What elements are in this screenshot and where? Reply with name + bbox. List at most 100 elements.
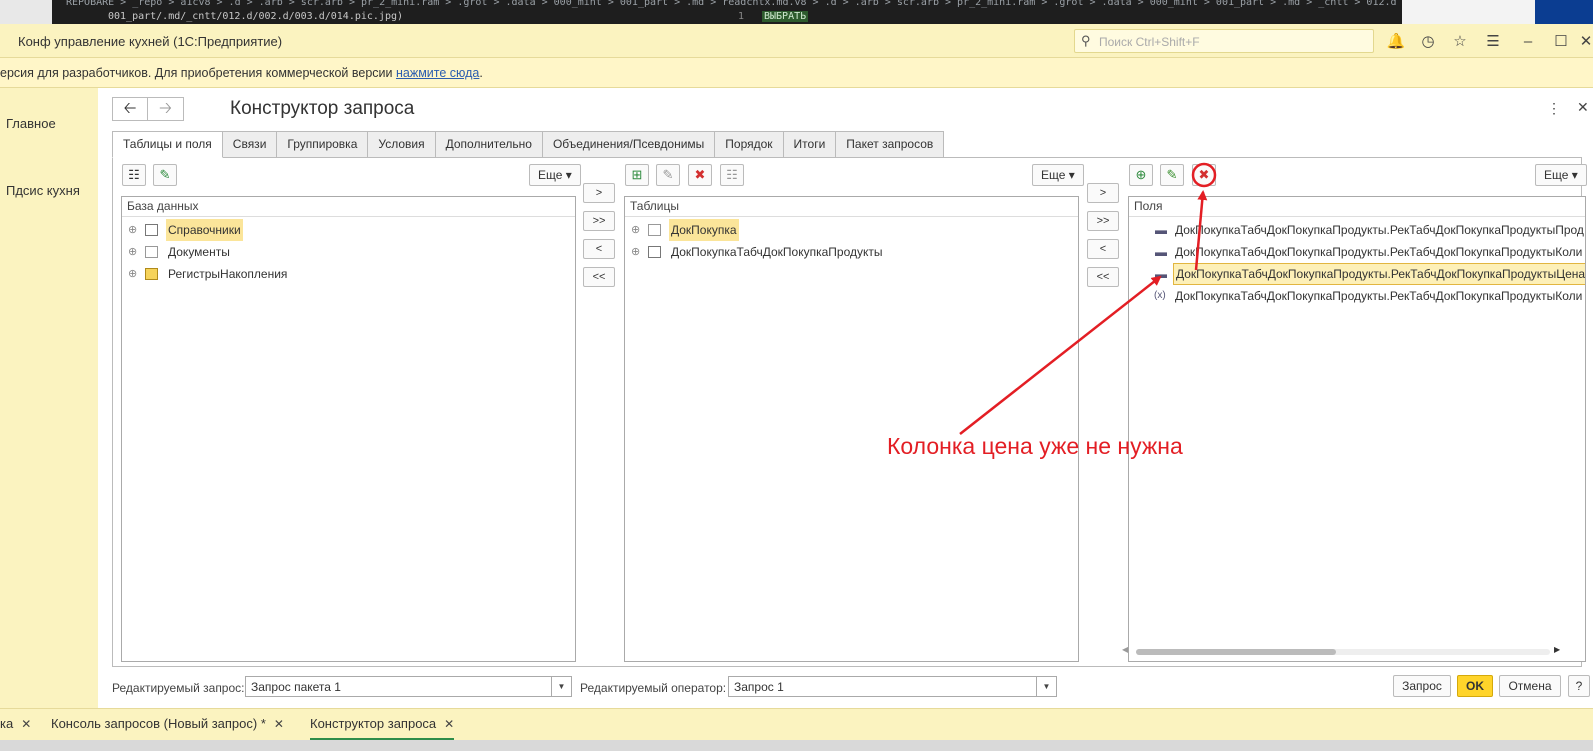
forward-arrow-icon[interactable]: 🡢 xyxy=(148,97,184,121)
field-row[interactable]: (x) ДокПокупкаТабчДокПокупкаПродукты.Рек… xyxy=(1129,285,1585,307)
minimize-icon[interactable]: – xyxy=(1518,32,1538,52)
field-icon: ▬ xyxy=(1155,267,1167,281)
operator-label: Редактируемый оператор: xyxy=(580,681,727,695)
search-input[interactable]: ⚲ Поиск Ctrl+Shift+F xyxy=(1074,29,1374,53)
table-icon xyxy=(648,246,661,258)
search-icon: ⚲ xyxy=(1081,33,1091,48)
field-row[interactable]: ▬ ДокПокупкаТабчДокПокупкаПродукты.РекТа… xyxy=(1129,219,1585,241)
window-tab-label: ка xyxy=(0,716,14,731)
window-tab[interactable]: Консоль запросов (Новый запрос) * ✕ xyxy=(51,708,284,740)
menu-icon[interactable]: ☰ xyxy=(1483,32,1503,52)
cancel-button[interactable]: Отмена xyxy=(1499,675,1561,697)
search-placeholder: Поиск Ctrl+Shift+F xyxy=(1099,35,1200,49)
more-options-icon[interactable]: ⋮ xyxy=(1547,100,1561,117)
tab-grouping[interactable]: Группировка xyxy=(277,131,369,158)
tab-conditions[interactable]: Условия xyxy=(368,131,436,158)
expand-icon[interactable]: ⊕ xyxy=(128,219,137,241)
close-app-icon[interactable]: ✕ xyxy=(1579,32,1593,52)
edit-table-icon[interactable]: ✎ xyxy=(153,164,177,186)
fields-more-button[interactable]: Еще ▾ xyxy=(1535,164,1587,186)
tree-item-label: ДокПокупкаТабчДокПокупкаПродукты xyxy=(671,245,883,259)
chevron-down-icon[interactable]: ▼ xyxy=(1036,677,1056,696)
replace-table-icon[interactable]: ☷ xyxy=(720,164,744,186)
close-tab-icon[interactable]: ✕ xyxy=(21,717,31,731)
operator-select[interactable]: Запрос 1 ▼ xyxy=(728,676,1057,697)
fields-pane-header: Поля xyxy=(1129,197,1585,217)
scroll-left-icon[interactable]: ◀ xyxy=(1122,645,1128,654)
move-all-left-button[interactable]: << xyxy=(583,267,615,287)
app-title: Конф управление кухней (1С:Предприятие) xyxy=(18,34,283,49)
close-window-icon[interactable]: ✕ xyxy=(1577,99,1589,116)
editor-side-panel xyxy=(1535,0,1593,24)
info-message: ерсия для разработчиков. Для приобретени… xyxy=(0,66,396,80)
tab-totals[interactable]: Итоги xyxy=(783,131,837,158)
status-bar xyxy=(0,740,1593,751)
move-right-button[interactable]: > xyxy=(1087,183,1119,203)
field-row-selected[interactable]: ▬ ДокПокупкаТабчДокПокупкаПродукты.РекТа… xyxy=(1129,263,1585,285)
close-tab-icon[interactable]: ✕ xyxy=(274,717,284,731)
tree-item[interactable]: ⊕ ДокПокупкаТабчДокПокупкаПродукты xyxy=(625,241,1078,263)
editor-panel xyxy=(1402,0,1535,24)
delete-table-icon[interactable]: ✖ xyxy=(688,164,712,186)
tree-item-label: РегистрыНакопления xyxy=(168,267,288,281)
move-all-right-button[interactable]: >> xyxy=(583,211,615,231)
tree-item[interactable]: ⊕ ДокПокупка xyxy=(625,219,1078,241)
move-all-right-button[interactable]: >> xyxy=(1087,211,1119,231)
tree-item[interactable]: ⊕ Справочники xyxy=(122,219,575,241)
tab-tables-fields[interactable]: Таблицы и поля xyxy=(112,131,223,158)
edit-icon[interactable]: ✎ xyxy=(656,164,680,186)
tree-item[interactable]: ⊕ Документы xyxy=(122,241,575,263)
query-select[interactable]: Запрос пакета 1 ▼ xyxy=(245,676,572,697)
query-list-icon[interactable]: ☷ xyxy=(122,164,146,186)
edit-field-icon[interactable]: ✎ xyxy=(1160,164,1184,186)
query-select-value: Запрос пакета 1 xyxy=(251,680,341,694)
expand-icon[interactable]: ⊕ xyxy=(128,263,137,285)
add-table-icon[interactable]: ⊞ xyxy=(625,164,649,186)
chevron-down-icon[interactable]: ▼ xyxy=(551,677,571,696)
ok-button[interactable]: OK xyxy=(1457,675,1493,697)
database-pane-header: База данных xyxy=(122,197,575,217)
tab-links[interactable]: Связи xyxy=(222,131,278,158)
tab-unions-aliases[interactable]: Объединения/Псевдонимы xyxy=(542,131,716,158)
fields-horizontal-scrollbar[interactable]: ◀ ▶ xyxy=(1122,645,1562,656)
database-more-button[interactable]: Еще ▾ xyxy=(529,164,581,186)
help-button[interactable]: ? xyxy=(1568,675,1590,697)
expand-icon[interactable]: ⊕ xyxy=(128,241,137,263)
back-arrow-icon[interactable]: 🡠 xyxy=(112,97,148,121)
move-right-button[interactable]: > xyxy=(583,183,615,203)
bell-icon[interactable]: 🔔 xyxy=(1386,32,1406,52)
tabs-bar: Таблицы и поля Связи Группировка Условия… xyxy=(112,131,945,158)
sidebar-item-main[interactable]: Главное xyxy=(6,116,56,131)
window-tab[interactable]: ка ✕ xyxy=(0,708,31,740)
tab-query-batch[interactable]: Пакет запросов xyxy=(836,131,945,158)
move-left-button[interactable]: < xyxy=(1087,239,1119,259)
tab-additional[interactable]: Дополнительно xyxy=(435,131,543,158)
star-icon[interactable]: ☆ xyxy=(1450,32,1470,52)
window-tab-active[interactable]: Конструктор запроса ✕ xyxy=(310,708,455,740)
close-tab-icon[interactable]: ✕ xyxy=(444,717,454,731)
page-title: Конструктор запроса xyxy=(230,98,415,119)
delete-field-icon[interactable]: ✖ xyxy=(1192,164,1216,186)
expand-icon[interactable]: ⊕ xyxy=(631,241,640,263)
scroll-right-icon[interactable]: ▶ xyxy=(1554,645,1560,654)
query-button[interactable]: Запрос xyxy=(1393,675,1451,697)
editor-path: REPOBARE > _repo > a1cv8 > .d > .arb > s… xyxy=(66,0,1402,8)
catalog-icon xyxy=(145,224,158,236)
history-icon[interactable]: ◷ xyxy=(1418,32,1438,52)
tab-order[interactable]: Порядок xyxy=(715,131,784,158)
move-all-left-button[interactable]: << xyxy=(1087,267,1119,287)
tables-more-button[interactable]: Еще ▾ xyxy=(1032,164,1084,186)
tables-pane: Таблицы ⊕ ДокПокупка ⊕ ДокПокупкаТабчДок… xyxy=(624,196,1079,662)
expand-icon[interactable]: ⊕ xyxy=(631,219,640,241)
tree-item-label: Документы xyxy=(168,245,230,259)
maximize-icon[interactable]: ☐ xyxy=(1551,32,1571,52)
add-field-icon[interactable]: ⊕ xyxy=(1129,164,1153,186)
sidebar-item-kitchen[interactable]: Пдсис кухня xyxy=(6,183,80,198)
move-left-button[interactable]: < xyxy=(583,239,615,259)
tree-item[interactable]: ⊕ РегистрыНакопления xyxy=(122,263,575,285)
field-label: ДокПокупкаТабчДокПокупкаПродукты.РекТабч… xyxy=(1175,289,1583,303)
field-row[interactable]: ▬ ДокПокупкаТабчДокПокупкаПродукты.РекТа… xyxy=(1129,241,1585,263)
info-link[interactable]: нажмите сюда xyxy=(396,66,479,80)
query-label: Редактируемый запрос: xyxy=(112,681,245,695)
scrollbar-thumb[interactable] xyxy=(1136,649,1336,655)
